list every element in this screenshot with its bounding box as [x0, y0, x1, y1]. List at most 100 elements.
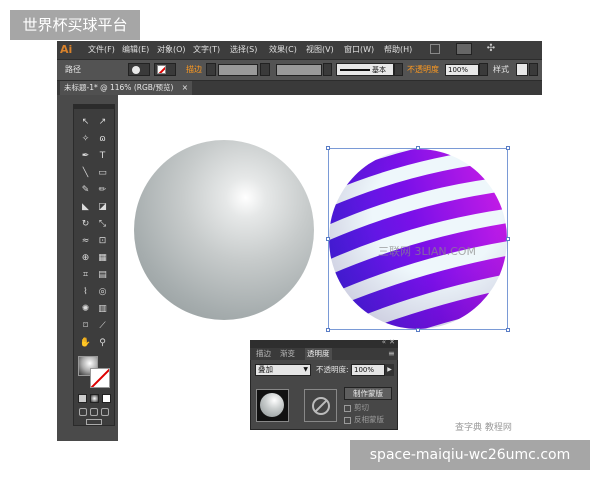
tab-transparency[interactable]: 透明度: [305, 348, 332, 360]
live-paint-tool-icon[interactable]: ▦: [95, 251, 110, 266]
menu-file[interactable]: 文件(F): [88, 41, 115, 59]
menu-select[interactable]: 选择(S): [230, 41, 257, 59]
opacity-dropdown[interactable]: [479, 63, 488, 76]
graphic-style-dropdown[interactable]: [529, 63, 538, 76]
sync-icon[interactable]: ✣: [484, 42, 498, 56]
stroke-swatch[interactable]: [90, 368, 110, 388]
slice-tool-icon[interactable]: ⟋: [95, 319, 110, 334]
tools-panel: ↖ ↗ ✧ ɷ ✒ T ╲ ▭ ✎ ✏ ◣ ◪ ↻ ⤡ ≈ ⊡ ⊕ ▦ ⌗ ▤ …: [73, 108, 115, 426]
menu-help[interactable]: 帮助(H): [384, 41, 412, 59]
draw-behind-icon[interactable]: [90, 408, 98, 416]
graph-tool-icon[interactable]: ▥: [95, 302, 110, 317]
color-mode-icon[interactable]: [78, 394, 87, 403]
stroke-weight-dropdown[interactable]: [260, 63, 270, 76]
gradient-mode-icon[interactable]: [90, 394, 99, 403]
brush-style-dropdown[interactable]: [394, 63, 403, 76]
style-label: 样式: [493, 65, 509, 74]
close-panel-icon[interactable]: ✕: [389, 338, 395, 346]
menu-effect[interactable]: 效果(C): [269, 41, 297, 59]
mesh-tool-icon[interactable]: ⌗: [78, 268, 93, 283]
opacity-label[interactable]: 不透明度: [407, 63, 439, 77]
stroke-weight-stepper[interactable]: [206, 63, 216, 76]
scale-tool-icon[interactable]: ⤡: [95, 217, 110, 232]
selection-tool-icon[interactable]: ↖: [78, 115, 93, 130]
gray-sphere-shape[interactable]: [134, 140, 314, 320]
type-tool-icon[interactable]: T: [95, 149, 110, 164]
pencil-tool-icon[interactable]: ✏: [95, 183, 110, 198]
tab-stroke[interactable]: 描边: [256, 348, 271, 360]
transparency-panel-header[interactable]: « ✕: [250, 338, 398, 348]
symbol-sprayer-tool-icon[interactable]: ✺: [78, 302, 93, 317]
eraser-tool-icon[interactable]: ◪: [95, 200, 110, 215]
watermark-bottom: space-maiqiu-wc26umc.com: [350, 440, 590, 470]
rectangle-tool-icon[interactable]: ▭: [95, 166, 110, 181]
bridge-icon[interactable]: [430, 44, 440, 54]
graphic-style-swatch[interactable]: [516, 63, 528, 76]
direct-selection-tool-icon[interactable]: ↗: [95, 115, 110, 130]
resize-handle-tl[interactable]: [326, 146, 330, 150]
stroke-label[interactable]: 描边: [186, 63, 202, 77]
magic-wand-tool-icon[interactable]: ✧: [78, 132, 93, 147]
zoom-tool-icon[interactable]: ⚲: [95, 336, 110, 351]
collapse-icon[interactable]: «: [382, 338, 386, 346]
fill-preview-icon: [132, 66, 140, 74]
free-transform-tool-icon[interactable]: ⊡: [95, 234, 110, 249]
warp-tool-icon[interactable]: ≈: [78, 234, 93, 249]
invert-mask-checkbox[interactable]: [344, 417, 351, 424]
artboard-tool-icon[interactable]: ⌑: [78, 319, 93, 334]
eyedropper-tool-icon[interactable]: ⌇: [78, 285, 93, 300]
opacity-field[interactable]: 100%: [445, 64, 479, 76]
menu-window[interactable]: 窗口(W): [344, 41, 374, 59]
arrange-docs-icon[interactable]: [456, 43, 472, 55]
menu-view[interactable]: 视图(V): [306, 41, 334, 59]
close-icon[interactable]: ×: [182, 83, 188, 92]
resize-handle-mr[interactable]: [506, 237, 510, 241]
tab-gradient[interactable]: 渐变: [280, 348, 295, 360]
stroke-weight-field[interactable]: [218, 64, 258, 76]
blend-mode-value: 叠加: [258, 365, 273, 374]
hand-tool-icon[interactable]: ✋: [78, 336, 93, 351]
opacity-slider-arrow-icon[interactable]: ▶: [385, 364, 394, 376]
brush-style-label: 基本: [372, 66, 386, 74]
watermark-top: 世界杯买球平台: [10, 10, 140, 40]
shape-builder-tool-icon[interactable]: ⊕: [78, 251, 93, 266]
gradient-tool-icon[interactable]: ▤: [95, 268, 110, 283]
lasso-tool-icon[interactable]: ɷ: [95, 132, 110, 147]
menu-object[interactable]: 对象(O): [157, 41, 186, 59]
mask-thumbnail[interactable]: [304, 389, 337, 422]
resize-handle-br[interactable]: [506, 328, 510, 332]
stroke-line-icon: [340, 69, 370, 71]
make-mask-button[interactable]: 制作蒙版: [344, 387, 392, 400]
paintbrush-tool-icon[interactable]: ✎: [78, 183, 93, 198]
document-tab[interactable]: 未标题-1* @ 116% (RGB/预览) ×: [60, 81, 193, 95]
panel-opacity-field[interactable]: 100%: [351, 364, 385, 376]
artwork-thumbnail-ball: [260, 393, 284, 417]
variable-width-field[interactable]: [276, 64, 322, 76]
menu-type[interactable]: 文字(T): [193, 41, 220, 59]
resize-handle-tc[interactable]: [416, 146, 420, 150]
line-tool-icon[interactable]: ╲: [78, 166, 93, 181]
draw-normal-icon[interactable]: [79, 408, 87, 416]
pen-tool-icon[interactable]: ✒: [78, 149, 93, 164]
blend-mode-select[interactable]: 叠加 ▼: [255, 364, 311, 376]
stroke-none-icon: [157, 65, 166, 74]
clip-checkbox[interactable]: [344, 405, 351, 412]
clip-label: 剪切: [354, 403, 369, 412]
screen-mode-icon[interactable]: [86, 419, 102, 425]
resize-handle-ml[interactable]: [326, 237, 330, 241]
invert-mask-label: 反相蒙版: [354, 415, 384, 424]
blob-brush-tool-icon[interactable]: ◣: [78, 200, 93, 215]
draw-inside-icon[interactable]: [101, 408, 109, 416]
resize-handle-bc[interactable]: [416, 328, 420, 332]
variable-width-dropdown[interactable]: [323, 63, 332, 76]
rotate-tool-icon[interactable]: ↻: [78, 217, 93, 232]
resize-handle-tr[interactable]: [506, 146, 510, 150]
blend-tool-icon[interactable]: ◎: [95, 285, 110, 300]
panel-opacity-label: 不透明度:: [316, 365, 349, 374]
none-mode-icon[interactable]: [102, 394, 111, 403]
document-tab-title: 未标题-1* @ 116% (RGB/预览): [64, 83, 174, 92]
selection-type-label: 路径: [65, 65, 81, 74]
resize-handle-bl[interactable]: [326, 328, 330, 332]
panel-menu-icon[interactable]: ≡: [388, 349, 395, 359]
menu-edit[interactable]: 编辑(E): [122, 41, 149, 59]
